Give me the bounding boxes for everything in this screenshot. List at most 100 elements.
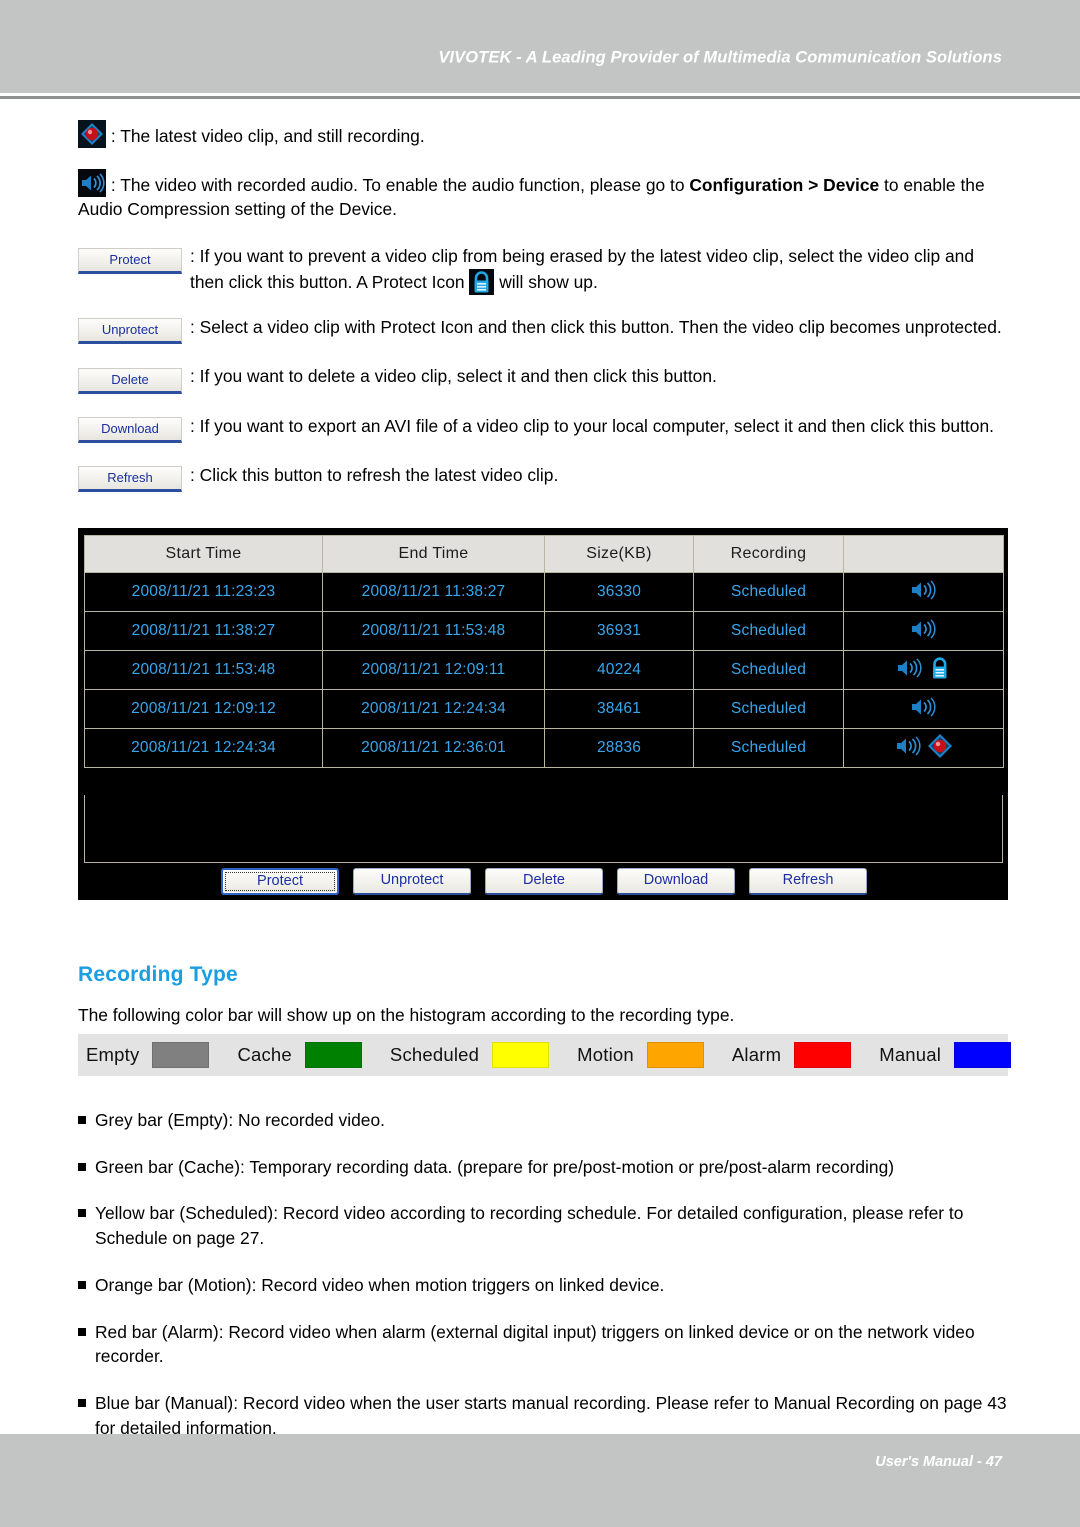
cell-icons [843, 728, 1004, 768]
color-swatch-cache [304, 1042, 362, 1068]
color-swatch-manual [954, 1042, 1012, 1068]
delete-button-image[interactable]: Delete [78, 367, 182, 394]
icon-group [844, 612, 1003, 650]
color-swatch-empty [152, 1042, 210, 1068]
cell-icons [843, 689, 1004, 729]
button-item-download: Download : If you want to export an AVI … [0, 414, 1080, 444]
cell-start-time: 2008/11/21 11:38:27 [84, 611, 323, 651]
list-item: Orange bar (Motion): Record video when m… [78, 1273, 1008, 1298]
protect-button[interactable]: Protect [221, 868, 339, 895]
cell-end-time: 2008/11/21 11:38:27 [322, 572, 545, 612]
color-bar-label: Scheduled [389, 1044, 480, 1065]
recording-type-bullet-list: Grey bar (Empty): No recorded video. Gre… [78, 1108, 1008, 1462]
footer-page-label: User's Manual - 47 [875, 1454, 1002, 1470]
column-header-icons [843, 535, 1004, 573]
refresh-button-image[interactable]: Refresh [78, 466, 182, 493]
unprotect-button-cell: Unprotect [78, 315, 190, 345]
cell-size: 38461 [544, 689, 694, 729]
page-content: : The latest video clip, and still recor… [0, 120, 1080, 493]
cell-start-time: 2008/11/21 11:23:23 [84, 572, 323, 612]
legend-audio-text-pre: : The video with recorded audio. To enab… [110, 174, 690, 195]
cell-end-time: 2008/11/21 12:36:01 [322, 728, 545, 768]
header-title: VIVOTEK - A Leading Provider of Multimed… [438, 48, 1002, 67]
list-item-text: Green bar (Cache): Temporary recording d… [95, 1156, 895, 1177]
legend-audio-text: : The video with recorded audio. To enab… [78, 175, 985, 220]
delete-button-cell: Delete [78, 364, 190, 394]
refresh-button[interactable]: Refresh [749, 868, 867, 895]
cell-start-time: 2008/11/21 12:24:34 [84, 728, 323, 768]
protect-button-image[interactable]: Protect [78, 247, 182, 274]
padlock-icon [469, 268, 495, 295]
download-button[interactable]: Download [617, 868, 735, 895]
unprotect-description: : Select a video clip with Protect Icon … [190, 316, 1002, 337]
refresh-button-cell: Refresh [78, 463, 190, 493]
list-item-text: Grey bar (Empty): No recorded video. [95, 1110, 385, 1130]
color-swatch-alarm [794, 1042, 852, 1068]
recording-list-screenshot: Start Time End Time Size(KB) Recording 2… [78, 528, 1008, 900]
table-row[interactable]: 2008/11/21 11:23:23 2008/11/21 11:38:27 … [84, 572, 1004, 612]
page-section-heading: Recording Type [78, 963, 238, 986]
audio-speaker-icon [910, 695, 938, 724]
table-row[interactable]: 2008/11/21 11:53:48 2008/11/21 12:09:11 … [84, 650, 1004, 690]
audio-speaker-icon [78, 168, 106, 197]
page-header: VIVOTEK - A Leading Provider of Multimed… [0, 0, 1080, 93]
color-bar-item-scheduled: Scheduled [389, 1042, 550, 1068]
cell-end-time: 2008/11/21 11:53:48 [322, 611, 545, 651]
color-bar-item-motion: Motion [577, 1042, 704, 1068]
cell-icons [843, 572, 1004, 612]
cell-recording: Scheduled [693, 728, 844, 768]
download-button-cell: Download [78, 414, 190, 444]
table-header-row: Start Time End Time Size(KB) Recording [84, 535, 1004, 573]
table-row[interactable]: 2008/11/21 11:38:27 2008/11/21 11:53:48 … [84, 611, 1004, 651]
column-header-start-time[interactable]: Start Time [84, 535, 323, 573]
column-header-recording[interactable]: Recording [693, 535, 844, 573]
legend-audio-text-bold: Configuration > Device [689, 174, 880, 195]
legend-recording-text: : The latest video clip, and still recor… [110, 126, 425, 146]
cell-size: 28836 [544, 728, 694, 768]
list-item: Red bar (Alarm): Record video when alarm… [78, 1320, 1008, 1369]
button-item-refresh: Refresh : Click this button to refresh t… [0, 463, 1080, 493]
icon-group [844, 729, 1003, 767]
cell-recording: Scheduled [693, 689, 844, 729]
legend-item-audio: : The video with recorded audio. To enab… [0, 168, 1080, 222]
bullet-square-icon [78, 1280, 86, 1289]
icon-group [844, 651, 1003, 689]
list-item: Blue bar (Manual): Record video when the… [78, 1391, 1008, 1440]
page-footer: User's Manual - 47 [0, 1434, 1080, 1527]
cell-end-time: 2008/11/21 12:24:34 [322, 689, 545, 729]
table-row[interactable]: 2008/11/21 12:24:34 2008/11/21 12:36:01 … [84, 728, 1004, 768]
button-item-unprotect: Unprotect : Select a video clip with Pro… [0, 315, 1080, 345]
list-item-text: Red bar (Alarm): Record video when alarm… [95, 1321, 975, 1367]
recording-type-color-bar: Empty Cache Scheduled Motion Alarm Manua… [78, 1034, 1012, 1076]
delete-description: : If you want to delete a video clip, se… [190, 366, 717, 387]
recording-list-buttons: Protect Unprotect Delete Download Refres… [79, 868, 1009, 895]
audio-speaker-icon [910, 617, 938, 646]
cell-start-time: 2008/11/21 11:53:48 [84, 650, 323, 690]
protect-description: : If you want to prevent a video clip fr… [190, 244, 1004, 295]
audio-speaker-icon [896, 656, 924, 685]
column-header-end-time[interactable]: End Time [322, 535, 545, 573]
list-item: Green bar (Cache): Temporary recording d… [78, 1155, 1008, 1180]
color-bar-label: Manual [879, 1044, 942, 1065]
list-item: Grey bar (Empty): No recorded video. [78, 1108, 1008, 1133]
icon-group [844, 573, 1003, 611]
cell-recording: Scheduled [693, 572, 844, 612]
color-swatch-scheduled [492, 1042, 550, 1068]
column-header-size[interactable]: Size(KB) [544, 535, 694, 573]
cell-size: 36931 [544, 611, 694, 651]
download-button-image[interactable]: Download [78, 417, 182, 444]
unprotect-button[interactable]: Unprotect [353, 868, 471, 895]
color-bar-label: Cache [237, 1044, 292, 1065]
protect-description-post: will show up. [494, 271, 598, 292]
unprotect-button-image[interactable]: Unprotect [78, 318, 182, 345]
legend-item-recording: : The latest video clip, and still recor… [0, 120, 1080, 149]
color-bar-label: Alarm [731, 1044, 782, 1065]
list-item-text: Orange bar (Motion): Record video when m… [95, 1274, 665, 1295]
cell-icons [843, 611, 1004, 651]
delete-button[interactable]: Delete [485, 868, 603, 895]
bullet-square-icon [78, 1398, 86, 1407]
cell-end-time: 2008/11/21 12:09:11 [322, 650, 545, 690]
bullet-square-icon [78, 1327, 86, 1336]
cell-recording: Scheduled [693, 650, 844, 690]
table-row[interactable]: 2008/11/21 12:09:12 2008/11/21 12:24:34 … [84, 689, 1004, 729]
